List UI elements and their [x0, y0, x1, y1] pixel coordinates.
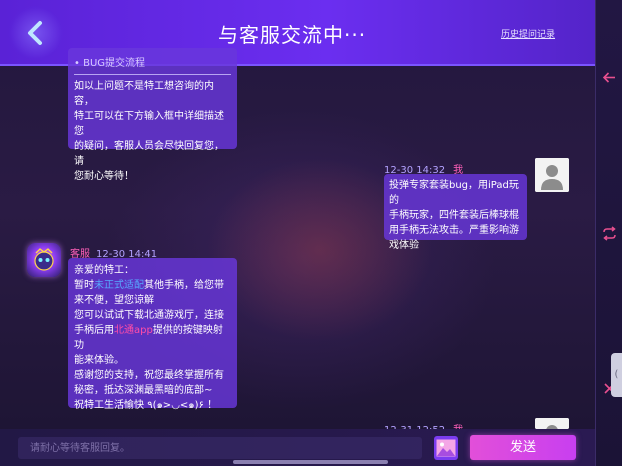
message-line: 戏体验 — [389, 240, 419, 251]
message-line: 投弹专家套装bug，用iPad玩的 — [389, 180, 519, 206]
send-button[interactable]: 发送 — [470, 435, 576, 460]
message-line: 感谢您的支持，祝您最终掌握所有 — [74, 370, 224, 381]
sidebar-tab-glyph: ( — [614, 369, 619, 380]
app-link[interactable]: 北通app — [114, 325, 153, 336]
message-line: 您耐心等待！ — [74, 171, 134, 182]
message-line: 秘密，抵达深渊最黑暗的底部~ — [74, 385, 213, 396]
image-icon — [436, 439, 456, 457]
message-line: 亲爱的特工： — [74, 265, 134, 276]
message-line: 用手柄无法攻击。严重影响游 — [389, 225, 519, 236]
sidebar-collapse-tab[interactable]: ( — [611, 353, 622, 397]
message-user-1: 投弹专家套装bug，用iPad玩的 手柄玩家，四件套装后棒球棍 用手柄无法攻击。… — [384, 174, 527, 251]
message-line: 能来体验。 — [74, 355, 124, 366]
message-line: 特工可以在下方输入框中详细描述您 — [74, 111, 224, 137]
message-line: 手柄玩家，四件套装后棒球棍 — [389, 210, 519, 221]
message-line: 您可以试试下载北通游戏厅，连接 — [74, 310, 224, 321]
user-avatar-icon — [535, 418, 569, 429]
highlight-text: 未正式适配 — [94, 280, 144, 291]
user-avatar — [535, 418, 569, 429]
message-input[interactable] — [18, 437, 422, 459]
history-questions-link[interactable]: 历史提问记录 — [501, 27, 555, 40]
user-avatar-icon — [535, 158, 569, 192]
agent-avatar — [27, 243, 61, 277]
user-avatar — [535, 158, 569, 192]
message-line: 的疑问，客服人员会尽快回复您，请 — [74, 141, 224, 167]
bubble-divider — [74, 74, 231, 75]
back-button[interactable] — [8, 5, 64, 61]
message-line: 暂时未正式适配其他手柄，给您带 — [74, 280, 224, 291]
refresh-icon[interactable] — [602, 226, 617, 241]
page-title: 与客服交流中··· — [218, 23, 367, 47]
message-line: 手柄后用北通app提供的按键映射功 — [74, 325, 223, 351]
bug-submit-link[interactable]: • BUG提交流程 — [74, 56, 231, 71]
back-arrow-icon — [28, 21, 42, 45]
message-line: 如以上问题不是特工想咨询的内容， — [74, 81, 214, 107]
message-agent-1: 亲爱的特工： 暂时未正式适配其他手柄，给您带 来不便，望您谅解 您可以试试下载北… — [68, 258, 237, 411]
message-line: 来不便，望您谅解 — [74, 295, 154, 306]
message-agent-partial: • BUG提交流程 如以上问题不是特工想咨询的内容， 特工可以在下方输入框中详细… — [68, 48, 237, 182]
arrow-left-icon[interactable] — [602, 70, 617, 85]
message-line: 祝特工生活愉快 ٩(๑>◡<๑)۶ ！ — [74, 400, 218, 411]
agent-mascot-icon — [34, 248, 54, 271]
image-upload-button[interactable] — [434, 436, 458, 460]
home-indicator — [233, 460, 388, 464]
